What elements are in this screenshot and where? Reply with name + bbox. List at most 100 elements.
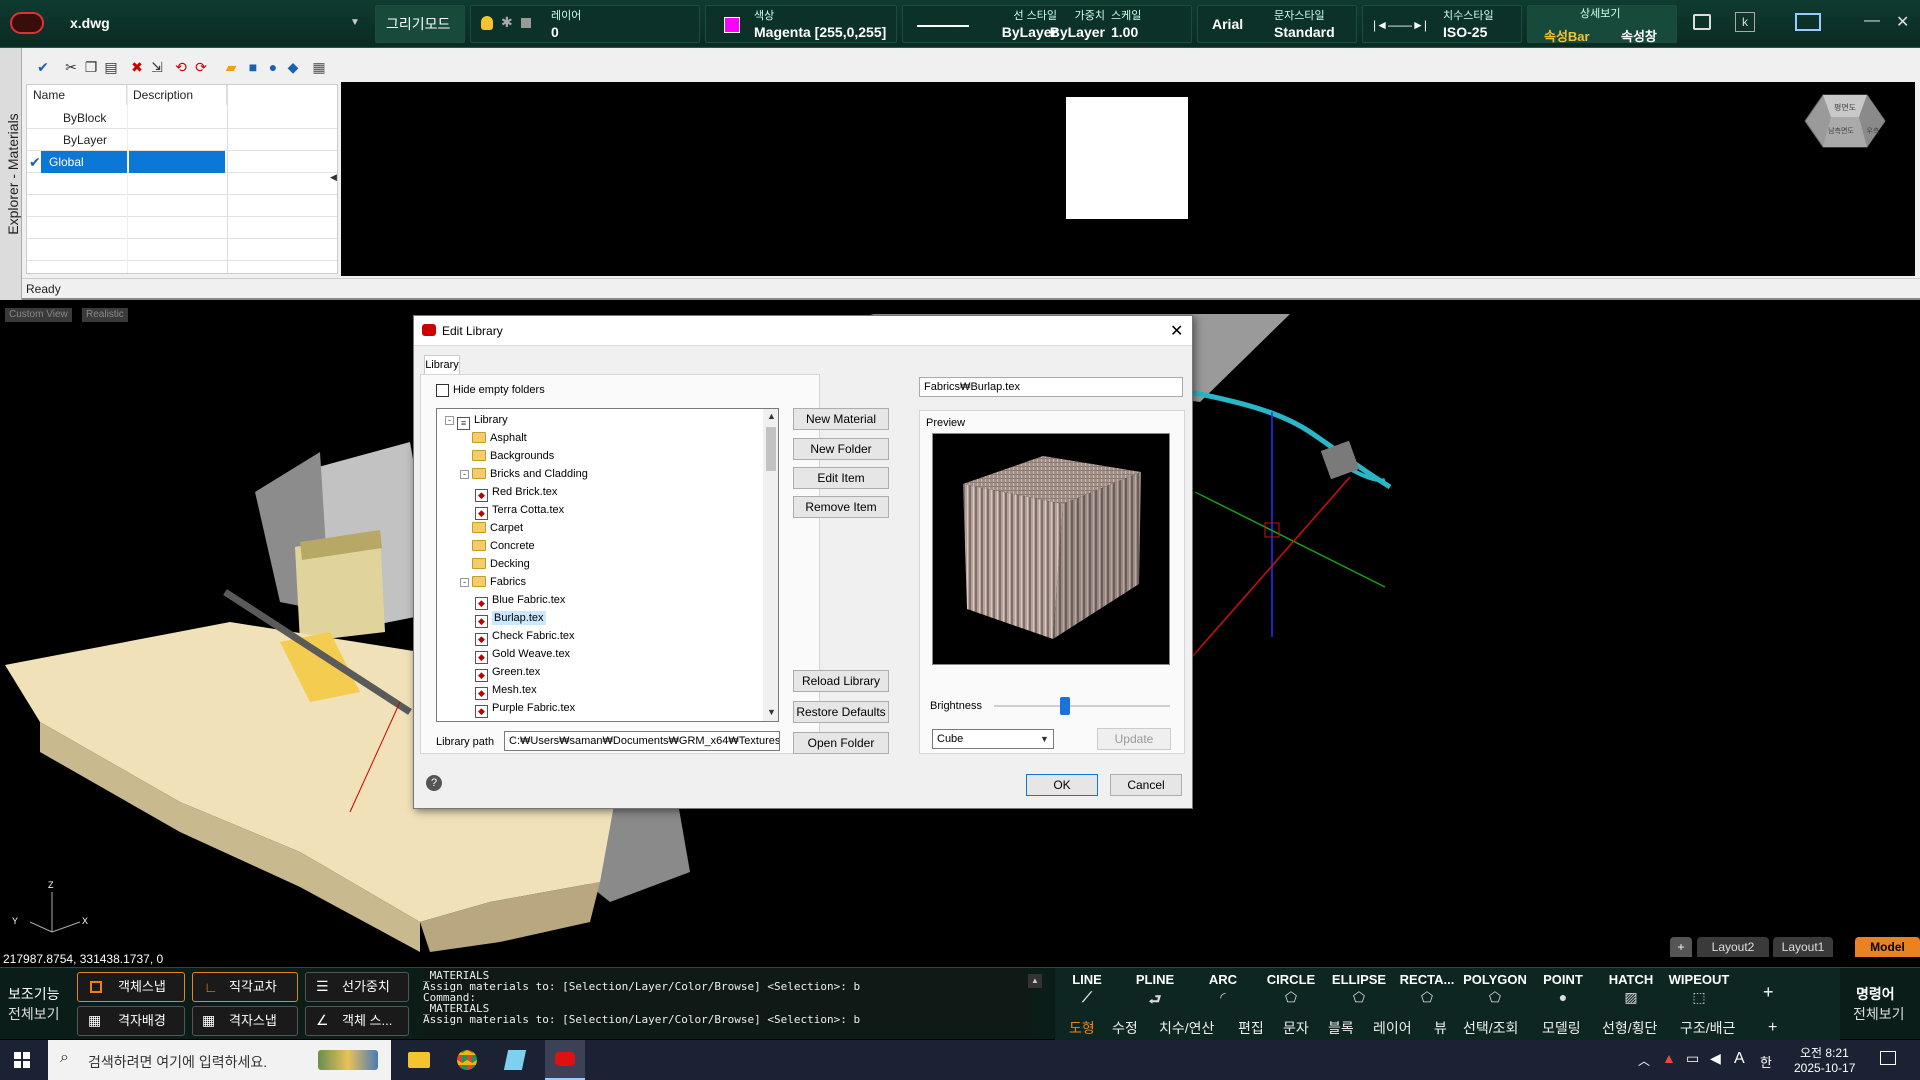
selected-path-field[interactable]: Fabrics₩Burlap.tex: [919, 377, 1183, 397]
ime-indicator[interactable]: A: [1734, 1050, 1745, 1068]
update-button[interactable]: Update: [1097, 728, 1171, 750]
command-list-title[interactable]: 명령어: [1856, 984, 1895, 1004]
tray-chevron-icon[interactable]: ︿: [1638, 1052, 1650, 1069]
tree-item-texture[interactable]: ◆ Check Fabric.tex: [475, 627, 575, 646]
print-icon[interactable]: [1693, 14, 1711, 30]
library-path-input[interactable]: C:₩Users₩saman₩Documents₩GRM_x64₩Texture…: [504, 731, 780, 751]
add-command-icon[interactable]: +: [1763, 982, 1774, 1003]
add-layout-button[interactable]: +: [1670, 937, 1692, 957]
cut-icon[interactable]: ✂: [62, 58, 80, 76]
prop-window-toggle[interactable]: 속성창: [1621, 26, 1657, 45]
notification-icon[interactable]: [1880, 1051, 1896, 1065]
tree-item-folder[interactable]: - Bricks and Cladding: [460, 465, 588, 483]
file-tab[interactable]: x.dwg: [70, 15, 110, 31]
ok-button[interactable]: OK: [1026, 774, 1098, 796]
network-icon[interactable]: ▭: [1686, 1050, 1699, 1067]
tab-library[interactable]: Library: [424, 355, 460, 375]
tree-item-texture[interactable]: ◆ Burlap.tex: [475, 609, 546, 628]
shape-select[interactable]: Cube ▼: [932, 729, 1054, 749]
viewcube-right-label[interactable]: 우측: [1867, 126, 1880, 135]
column-description[interactable]: Description: [127, 85, 227, 105]
tab-shape[interactable]: 도형: [1069, 1018, 1095, 1038]
layout-tab-model[interactable]: Model: [1855, 937, 1920, 957]
tab-modify[interactable]: 수정: [1112, 1018, 1138, 1038]
purge-all-icon[interactable]: ⟳: [192, 58, 210, 76]
tab-view[interactable]: 뷰: [1434, 1018, 1447, 1038]
tab-edit[interactable]: 편집: [1238, 1018, 1264, 1038]
layout-tab-layout1[interactable]: Layout1: [1773, 937, 1833, 957]
new-folder-button[interactable]: New Folder: [793, 438, 889, 460]
clock-date[interactable]: 2025-10-17: [1794, 1061, 1855, 1075]
ellipse-command[interactable]: ELLIPSE ⬠: [1327, 972, 1391, 1018]
viewcube[interactable]: 평면도 남측면도 우측: [1803, 83, 1887, 173]
tree-item-folder[interactable]: Carpet: [460, 519, 523, 537]
tree-item-texture[interactable]: ◆ Red Brick.tex: [475, 483, 557, 502]
tree-item-folder[interactable]: Decking: [460, 555, 530, 573]
scroll-up-icon[interactable]: ▲: [767, 411, 776, 421]
tree-item-texture[interactable]: ◆ Terra Cotta.tex: [475, 501, 564, 520]
tab-text[interactable]: 문자: [1283, 1018, 1309, 1038]
remove-item-button[interactable]: Remove Item: [793, 496, 889, 518]
arc-command[interactable]: ARC ◜: [1191, 972, 1255, 1018]
brightness-slider-thumb[interactable]: [1060, 697, 1071, 715]
command-scroll-up-icon[interactable]: ▲: [1028, 974, 1042, 988]
point-command[interactable]: POINT ●: [1531, 972, 1595, 1018]
tree-item-folder[interactable]: Asphalt: [460, 429, 527, 447]
restore-defaults-button[interactable]: Restore Defaults: [793, 701, 889, 723]
screen-mode-icon[interactable]: [1795, 13, 1821, 31]
prop-bar-toggle[interactable]: 속성Bar: [1544, 26, 1590, 45]
table-row[interactable]: ByLayer: [27, 129, 337, 151]
clock-time[interactable]: 오전 8:21: [1800, 1044, 1849, 1061]
tree-item-folder[interactable]: Concrete: [460, 537, 535, 555]
cube-icon[interactable]: ■: [244, 58, 262, 76]
tab-block[interactable]: 블록: [1328, 1018, 1354, 1038]
color-section[interactable]: 색상 Magenta [255,0,255]: [705, 5, 897, 43]
dialog-titlebar[interactable]: Edit Library ✕: [414, 316, 1192, 346]
close-icon[interactable]: ✕: [1896, 12, 1909, 32]
copy-icon[interactable]: ❐: [82, 58, 100, 76]
tree-scrollbar[interactable]: ▲ ▼: [763, 409, 778, 721]
command-list-view-all[interactable]: 전체보기: [1853, 1004, 1905, 1024]
delete-icon[interactable]: ✖: [128, 58, 146, 76]
linestyle-section[interactable]: 선 스타일 ByLayer 가중치 ByLayer 스케일 1.00: [902, 5, 1192, 43]
hide-empty-checkbox[interactable]: [436, 384, 449, 397]
tree-item-texture[interactable]: ◆ Gold Weave.tex: [475, 645, 570, 664]
volume-icon[interactable]: ◀: [1710, 1050, 1721, 1067]
tab-alignment[interactable]: 선형/횡단: [1602, 1018, 1657, 1038]
tab-layer[interactable]: 레이어: [1373, 1018, 1412, 1038]
lock-icon[interactable]: [521, 18, 531, 28]
purge-icon[interactable]: ⟲: [172, 58, 190, 76]
tree-item-texture[interactable]: ◆ Green.tex: [475, 663, 540, 682]
viewcube-top-label[interactable]: 평면도: [1834, 102, 1856, 112]
collapse-arrow-icon[interactable]: ◀: [330, 172, 337, 183]
brightness-slider[interactable]: [994, 697, 1170, 715]
collapse-icon[interactable]: -: [460, 578, 469, 587]
hatch-command[interactable]: HATCH ▨: [1599, 972, 1663, 1018]
taskbar-search[interactable]: ⌕ 검색하려면 여기에 입력하세요.: [48, 1040, 391, 1080]
tab-select[interactable]: 선택/조회: [1463, 1018, 1518, 1038]
viewcube-front-label[interactable]: 남측면도: [1828, 126, 1854, 135]
library-tree[interactable]: - ≡ Library Asphalt Backgrounds - Bricks and C…: [436, 408, 779, 722]
open-folder-button[interactable]: Open Folder: [793, 732, 889, 754]
new-material-button[interactable]: New Material: [793, 408, 889, 430]
chrome-app-icon[interactable]: [457, 1050, 477, 1070]
tree-item-folder[interactable]: Backgrounds: [460, 447, 554, 465]
aux-feature-label[interactable]: 보조기능: [8, 984, 60, 1004]
export-icon[interactable]: ⇲: [148, 58, 166, 76]
textstyle-section[interactable]: Arial 문자스타일 Standard: [1197, 5, 1357, 43]
mode-button[interactable]: 그리기모드: [375, 5, 465, 43]
sun-icon[interactable]: ✱: [501, 14, 513, 31]
sphere-icon[interactable]: ●: [264, 58, 282, 76]
line-command[interactable]: LINE ⟋: [1055, 972, 1119, 1018]
scroll-down-icon[interactable]: ▼: [767, 707, 776, 717]
bulb-icon[interactable]: [481, 16, 493, 30]
column-name[interactable]: Name: [27, 85, 127, 105]
tab-modeling[interactable]: 모델링: [1542, 1018, 1581, 1038]
scroll-thumb[interactable]: [766, 427, 776, 471]
rectangle-command[interactable]: RECTA... ⬠: [1395, 972, 1459, 1018]
k-icon[interactable]: k: [1735, 12, 1755, 32]
wipeout-command[interactable]: WIPEOUT ⬚: [1667, 972, 1731, 1018]
polygon-command[interactable]: POLYGON ⬠: [1463, 972, 1527, 1018]
paste-icon[interactable]: ▤: [102, 58, 120, 76]
list-view-icon[interactable]: ▦: [310, 58, 328, 76]
